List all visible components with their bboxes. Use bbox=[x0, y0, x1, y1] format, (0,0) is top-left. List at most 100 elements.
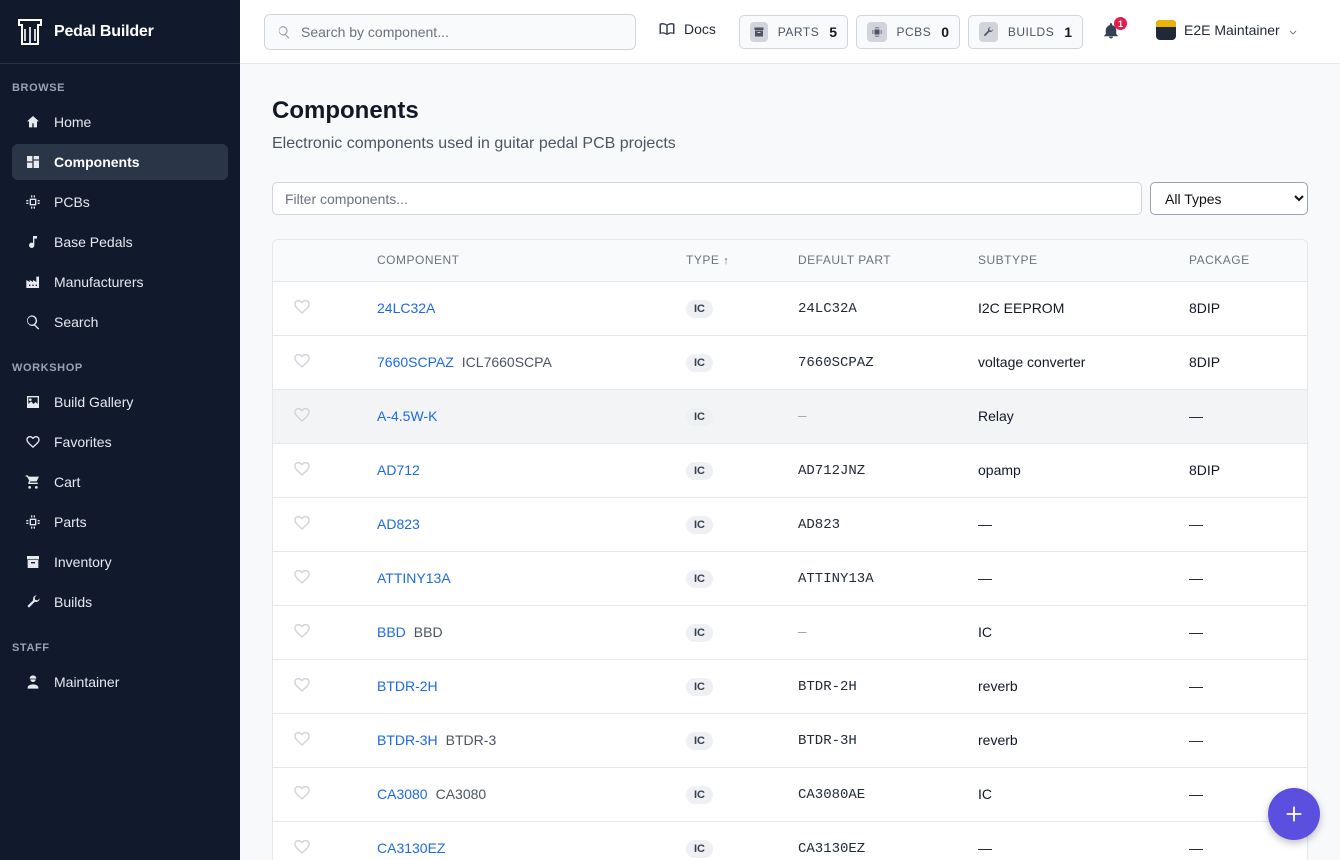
package-value: — bbox=[1189, 732, 1203, 748]
component-cell: CA3080 CA3080 bbox=[377, 767, 686, 822]
user-menu[interactable]: E2E Maintainer bbox=[1156, 20, 1298, 40]
default-part-cell: 7660SCPAZ bbox=[798, 335, 978, 390]
type-filter-select[interactable]: All Types bbox=[1150, 182, 1308, 215]
table-row[interactable]: A-4.5W-K IC — Relay — bbox=[273, 389, 1307, 444]
sidebar-item-base-pedals[interactable]: Base Pedals bbox=[12, 224, 228, 260]
heart-icon[interactable] bbox=[293, 785, 311, 805]
subtype-value: reverb bbox=[978, 732, 1018, 748]
notifications-button[interactable]: 1 bbox=[1102, 17, 1127, 42]
heart-icon[interactable] bbox=[293, 515, 311, 535]
component-link[interactable]: A-4.5W-K bbox=[377, 408, 437, 424]
table-row[interactable]: ATTINY13A IC ATTINY13A — — bbox=[273, 551, 1307, 606]
sidebar-item-build-gallery[interactable]: Build Gallery bbox=[12, 384, 228, 420]
sidebar-item-maintainer[interactable]: Maintainer bbox=[12, 664, 228, 700]
archive-icon bbox=[24, 553, 42, 571]
table-row[interactable]: 7660SCPAZ ICL7660SCPA IC 7660SCPAZ voltage c… bbox=[273, 335, 1307, 390]
component-link[interactable]: BBD bbox=[377, 624, 406, 640]
sidebar-item-favorites[interactable]: Favorites bbox=[12, 424, 228, 460]
pcbs-counter-value: 0 bbox=[941, 24, 949, 40]
builds-counter[interactable]: BUILDS 1 bbox=[968, 15, 1083, 49]
default-part-value: BTDR-3H bbox=[798, 733, 857, 749]
table-row[interactable]: AD712 IC AD712JNZ opamp 8DIP bbox=[273, 443, 1307, 498]
favorite-cell bbox=[273, 605, 377, 660]
brand[interactable]: Pedal Builder bbox=[0, 0, 240, 64]
package-value: — bbox=[1189, 786, 1203, 802]
table-row[interactable]: CA3130EZ IC CA3130EZ — — bbox=[273, 821, 1307, 860]
heart-icon[interactable] bbox=[293, 839, 311, 859]
sidebar-item-label: Base Pedals bbox=[54, 234, 133, 250]
heart-icon[interactable] bbox=[293, 623, 311, 643]
type-badge: IC bbox=[686, 461, 713, 480]
table-row[interactable]: 24LC32A IC 24LC32A I2C EEPROM 8DIP bbox=[273, 281, 1307, 336]
type-badge: IC bbox=[686, 785, 713, 804]
component-link[interactable]: ATTINY13A bbox=[377, 570, 451, 586]
component-cell: BTDR-2H bbox=[377, 659, 686, 714]
add-component-button[interactable] bbox=[1268, 788, 1320, 840]
component-cell: ATTINY13A bbox=[377, 551, 686, 606]
table-row[interactable]: BBD BBD IC — IC — bbox=[273, 605, 1307, 660]
heart-icon[interactable] bbox=[293, 407, 311, 427]
table-row[interactable]: BTDR-3H BTDR-3 IC BTDR-3H reverb — bbox=[273, 713, 1307, 768]
sidebar-item-home[interactable]: Home bbox=[12, 104, 228, 140]
component-link[interactable]: 7660SCPAZ bbox=[377, 354, 454, 370]
sidebar-item-label: Maintainer bbox=[54, 674, 120, 690]
package-value: — bbox=[1189, 516, 1203, 532]
sidebar-item-parts[interactable]: Parts bbox=[12, 504, 228, 540]
component-link[interactable]: AD823 bbox=[377, 516, 420, 532]
notifications-badge: 1 bbox=[1114, 17, 1127, 30]
component-link[interactable]: CA3080 bbox=[377, 786, 428, 802]
table-row[interactable]: CA3080 CA3080 IC CA3080AE IC — bbox=[273, 767, 1307, 822]
package-value: — bbox=[1189, 408, 1203, 424]
sidebar-item-cart[interactable]: Cart bbox=[12, 464, 228, 500]
filter-input[interactable] bbox=[272, 182, 1142, 215]
heart-icon[interactable] bbox=[293, 353, 311, 373]
heart-icon[interactable] bbox=[293, 299, 311, 319]
package-cell: — bbox=[1189, 713, 1307, 768]
archive-icon bbox=[750, 22, 768, 42]
global-search-input[interactable] bbox=[301, 24, 621, 40]
heart-icon[interactable] bbox=[293, 677, 311, 697]
component-link[interactable]: CA3130EZ bbox=[377, 840, 445, 856]
global-search[interactable] bbox=[264, 14, 636, 50]
type-badge: IC bbox=[686, 515, 713, 534]
subtype-value: opamp bbox=[978, 462, 1021, 478]
pcbs-counter-label: PCBS bbox=[896, 25, 932, 39]
table-row[interactable]: BTDR-2H IC BTDR-2H reverb — bbox=[273, 659, 1307, 714]
sidebar-item-search[interactable]: Search bbox=[12, 304, 228, 340]
component-link[interactable]: AD712 bbox=[377, 462, 420, 478]
table-row[interactable]: AD823 IC AD823 — — bbox=[273, 497, 1307, 552]
sidebar-item-builds[interactable]: Builds bbox=[12, 584, 228, 620]
default-part-value: CA3080AE bbox=[798, 787, 866, 803]
sidebar-item-pcbs[interactable]: PCBs bbox=[12, 184, 228, 220]
sidebar-item-label: Home bbox=[54, 114, 92, 130]
heart-icon[interactable] bbox=[293, 569, 311, 589]
default-part-column-header[interactable]: DEFAULT PART bbox=[798, 240, 978, 282]
subtype-value: IC bbox=[978, 624, 992, 640]
sidebar-item-components[interactable]: Components bbox=[12, 144, 228, 180]
parts-counter[interactable]: PARTS 5 bbox=[739, 15, 848, 49]
favorite-cell bbox=[273, 821, 377, 860]
pcbs-counter[interactable]: PCBS 0 bbox=[856, 15, 960, 49]
component-link[interactable]: 24LC32A bbox=[377, 300, 435, 316]
type-column-header[interactable]: TYPE ↑ bbox=[686, 240, 798, 282]
type-header-label: TYPE bbox=[686, 253, 720, 268]
component-link[interactable]: BTDR-2H bbox=[377, 678, 438, 694]
type-cell: IC bbox=[686, 281, 798, 336]
component-column-header[interactable]: COMPONENT bbox=[377, 240, 686, 282]
pedal-logo-icon bbox=[18, 18, 42, 45]
favorite-cell bbox=[273, 443, 377, 498]
top-bar: Docs PARTS 5 PCBS 0 BUILDS 1 1 E2E Maint… bbox=[240, 0, 1340, 64]
sidebar-section-title: WORKSHOP bbox=[12, 362, 83, 374]
subtype-cell: reverb bbox=[978, 659, 1189, 714]
heart-icon[interactable] bbox=[293, 461, 311, 481]
package-column-header[interactable]: PACKAGE bbox=[1189, 240, 1307, 282]
sidebar-item-inventory[interactable]: Inventory bbox=[12, 544, 228, 580]
heart-icon[interactable] bbox=[293, 731, 311, 751]
docs-link[interactable]: Docs bbox=[658, 20, 716, 38]
package-value: — bbox=[1189, 570, 1203, 586]
sidebar-item-manufacturers[interactable]: Manufacturers bbox=[12, 264, 228, 300]
component-link[interactable]: BTDR-3H bbox=[377, 732, 438, 748]
package-cell: 8DIP bbox=[1189, 443, 1307, 498]
package-cell: 8DIP bbox=[1189, 281, 1307, 336]
subtype-column-header[interactable]: SUBTYPE bbox=[978, 240, 1189, 282]
